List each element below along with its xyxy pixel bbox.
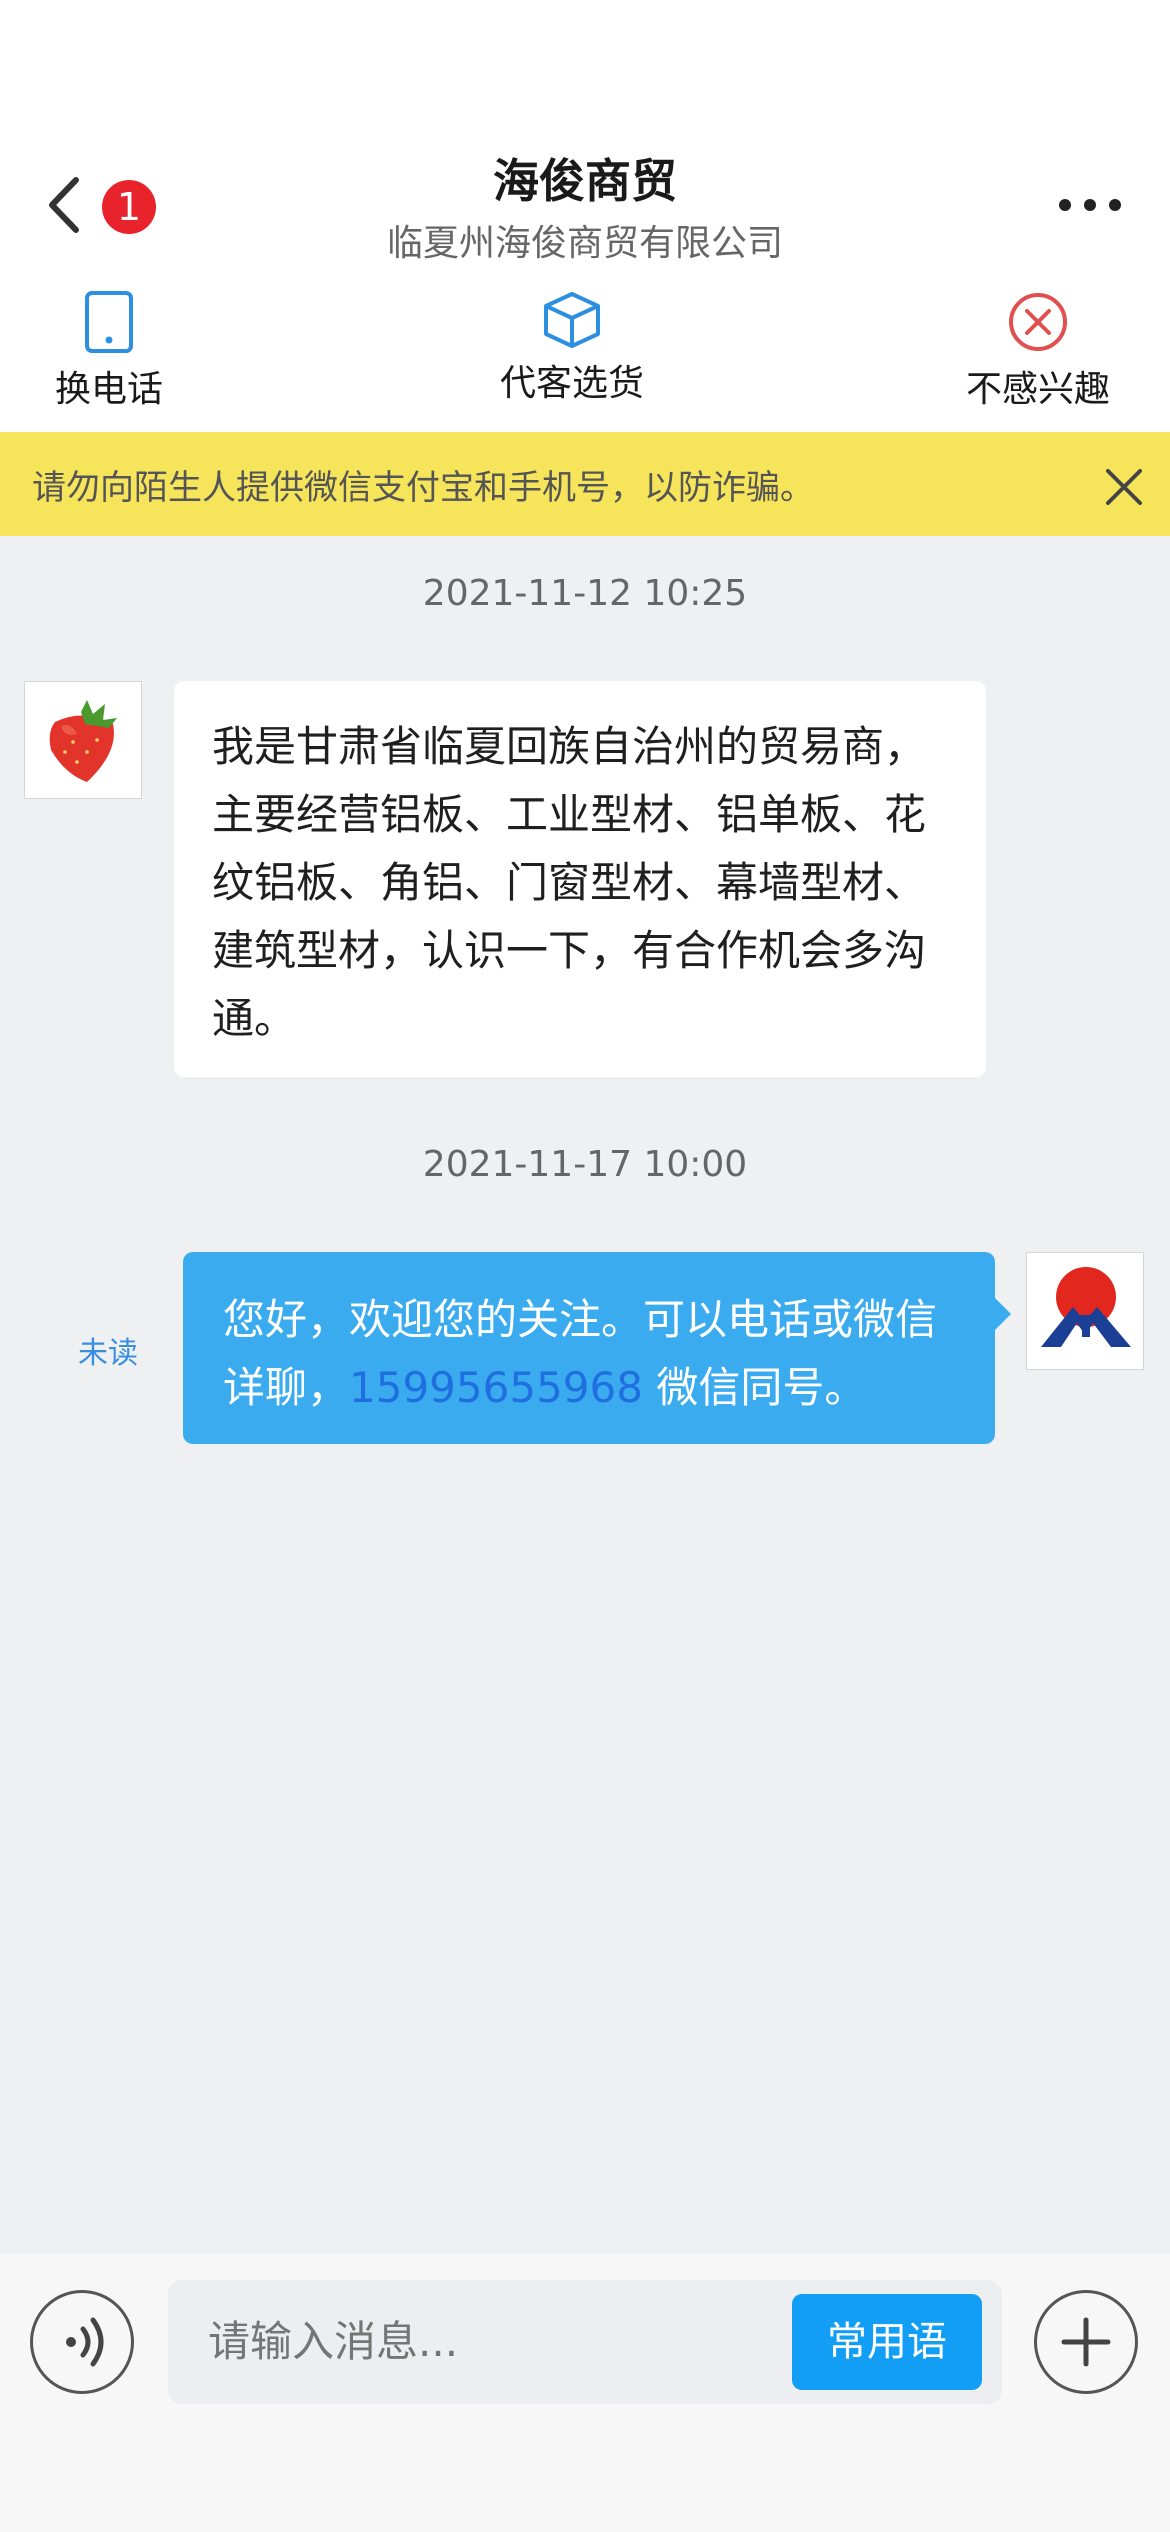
plus-icon <box>1061 2317 1111 2367</box>
more-input-button[interactable] <box>1034 2290 1138 2394</box>
more-dots-icon <box>1059 199 1121 211</box>
change-phone-action[interactable]: 换电话 <box>44 290 174 412</box>
message-input[interactable] <box>206 2316 730 2367</box>
message-timestamp: 2021-11-17 10:00 <box>422 1144 748 1185</box>
company-logo-image <box>1027 1253 1143 1369</box>
select-goods-action[interactable]: 代客选货 <box>492 290 652 406</box>
select-goods-label: 代客选货 <box>499 363 644 404</box>
not-interested-label: 不感兴趣 <box>965 369 1110 410</box>
unread-status: 未读 <box>78 1336 138 1371</box>
strawberry-avatar[interactable] <box>24 681 142 799</box>
fraud-warning-text: 请勿向陌生人提供微信支付宝和手机号，以防诈骗。 <box>32 468 814 508</box>
chat-subtitle: 临夏州海俊商贸有限公司 <box>386 223 783 264</box>
strawberry-image <box>25 682 141 798</box>
outgoing-message-bubble[interactable]: 您好，欢迎您的关注。可以电话或微信详聊，15995655968 微信同号。 <box>183 1252 1011 1444</box>
message-timestamp: 2021-11-12 10:25 <box>422 573 748 614</box>
chat-header: 1 海俊商贸 临夏州海俊商贸有限公司 换电话 代客选货 不感兴趣 <box>0 0 1170 432</box>
bubble-tail <box>995 1298 1011 1330</box>
message-input-container: 常用语 <box>168 2280 1002 2404</box>
common-phrases-button[interactable]: 常用语 <box>792 2294 982 2390</box>
close-icon <box>1106 469 1142 505</box>
voice-icon <box>66 2317 104 2367</box>
company-logo-avatar[interactable] <box>1026 1252 1144 1370</box>
fraud-warning-banner: 请勿向陌生人提供微信支付宝和手机号，以防诈骗。 <box>0 432 1170 536</box>
close-circle-icon <box>1009 293 1067 351</box>
more-options-button[interactable] <box>1055 185 1125 225</box>
chat-title: 海俊商贸 <box>493 154 677 208</box>
not-interested-action[interactable]: 不感兴趣 <box>958 290 1118 412</box>
phone-icon <box>85 291 133 353</box>
close-banner-button[interactable] <box>1102 465 1146 509</box>
change-phone-label: 换电话 <box>54 369 163 410</box>
voice-input-button[interactable] <box>30 2290 134 2394</box>
incoming-message-text: 我是甘肃省临夏回族自治州的贸易商，主要经营铝板、工业型材、铝单板、花纹铝板、角铝… <box>212 722 927 1043</box>
incoming-message-bubble[interactable]: 我是甘肃省临夏回族自治州的贸易商，主要经营铝板、工业型材、铝单板、花纹铝板、角铝… <box>174 681 986 1077</box>
phone-number-link[interactable]: 15995655968 <box>349 1363 643 1412</box>
box-icon <box>544 292 600 348</box>
outgoing-message-text-after: 微信同号。 <box>642 1363 867 1412</box>
